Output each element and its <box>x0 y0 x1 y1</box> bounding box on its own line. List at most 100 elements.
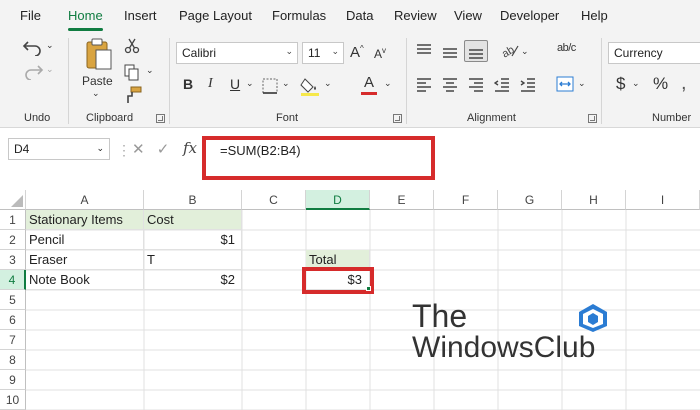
formula-input[interactable]: =SUM(B2:B4) <box>220 143 301 158</box>
column-header-a[interactable]: A <box>26 190 144 210</box>
row-header-1[interactable]: 1 <box>0 210 26 230</box>
cell-b4[interactable]: $2 <box>144 270 242 290</box>
row-header-9[interactable]: 9 <box>0 370 26 390</box>
tab-view[interactable]: View <box>454 8 482 23</box>
wrap-text-icon[interactable]: ab/c <box>557 42 576 54</box>
paste-label[interactable]: Paste <box>82 74 113 88</box>
redo-dropdown-arrow-icon[interactable]: ⌄ <box>46 64 54 75</box>
alignment-dialog-launcher-icon[interactable] <box>588 114 597 123</box>
italic-button[interactable]: I <box>208 76 213 92</box>
column-header-f[interactable]: F <box>434 190 498 210</box>
orientation-icon[interactable]: ab <box>500 42 520 58</box>
tab-formulas[interactable]: Formulas <box>272 8 326 23</box>
tab-insert[interactable]: Insert <box>124 8 157 23</box>
format-painter-icon[interactable] <box>124 86 142 104</box>
row-header-4[interactable]: 4 <box>0 270 26 290</box>
grow-letter: A <box>350 44 361 61</box>
underline-button[interactable]: U <box>230 76 240 92</box>
cell-a2[interactable]: Pencil <box>26 230 144 250</box>
tab-developer[interactable]: Developer <box>500 8 559 23</box>
merge-dropdown-arrow-icon[interactable]: ⌄ <box>578 78 586 89</box>
column-header-h[interactable]: H <box>562 190 626 210</box>
cut-icon[interactable] <box>124 38 140 54</box>
percent-style-icon[interactable]: % <box>653 74 668 94</box>
fill-handle[interactable] <box>366 286 371 291</box>
accounting-format-icon[interactable]: $ <box>616 74 625 94</box>
underline-dropdown-arrow-icon[interactable]: ⌄ <box>246 78 254 89</box>
align-middle-icon[interactable] <box>442 46 458 60</box>
row-header-10[interactable]: 10 <box>0 390 26 410</box>
copy-dropdown-arrow-icon[interactable]: ⌄ <box>146 65 154 76</box>
undo-dropdown-arrow-icon[interactable]: ⌄ <box>46 40 54 51</box>
tab-page-layout[interactable]: Page Layout <box>179 8 252 23</box>
cell-b3[interactable]: T <box>144 250 242 270</box>
comma-style-icon[interactable]: , <box>681 72 687 95</box>
row-header-5[interactable]: 5 <box>0 290 26 310</box>
fill-color-icon[interactable] <box>300 76 322 96</box>
font-size-combobox[interactable]: 11 ⌄ <box>302 42 344 64</box>
decrease-indent-icon[interactable] <box>494 78 510 92</box>
select-all-corner[interactable] <box>0 190 26 210</box>
tab-help[interactable]: Help <box>581 8 608 23</box>
merge-center-icon[interactable] <box>556 76 574 92</box>
more-options-icon[interactable]: ⋮ <box>117 142 131 159</box>
enter-check-icon[interactable]: ✓ <box>157 141 170 158</box>
font-color-icon[interactable]: A <box>364 74 374 91</box>
font-name-combobox[interactable]: Calibri ⌄ <box>176 42 298 64</box>
tab-file[interactable]: File <box>20 8 41 23</box>
cell-b2[interactable]: $1 <box>144 230 242 250</box>
cell-a3[interactable]: Eraser <box>26 250 144 270</box>
number-format-combobox[interactable]: Currency <box>608 42 700 64</box>
bold-button[interactable]: B <box>183 76 193 92</box>
decrease-font-size-icon[interactable]: Av <box>374 46 386 61</box>
column-header-e[interactable]: E <box>370 190 434 210</box>
redo-icon[interactable] <box>22 62 44 80</box>
name-box[interactable]: D4 ⌄ <box>8 138 110 160</box>
select-all-triangle-icon <box>11 195 23 207</box>
font-size-value: 11 <box>308 46 321 60</box>
borders-icon[interactable] <box>262 78 278 94</box>
insert-function-icon[interactable]: fx <box>183 139 197 157</box>
font-color-dropdown-arrow-icon[interactable]: ⌄ <box>384 78 392 89</box>
tab-data[interactable]: Data <box>346 8 373 23</box>
column-header-b[interactable]: B <box>144 190 242 210</box>
row-header-2[interactable]: 2 <box>0 230 26 250</box>
tab-review[interactable]: Review <box>394 8 437 23</box>
align-left-icon[interactable] <box>416 78 432 92</box>
font-dialog-launcher-icon[interactable] <box>393 114 402 123</box>
align-bottom-icon <box>469 49 483 59</box>
paste-icon[interactable] <box>84 36 114 72</box>
cell-b1[interactable]: Cost <box>144 210 242 230</box>
group-divider <box>68 38 69 124</box>
chevron-down-icon: ⌄ <box>96 143 104 153</box>
undo-icon[interactable] <box>22 38 44 56</box>
cell-a1[interactable]: Stationary Items <box>26 210 144 230</box>
clipboard-dialog-launcher-icon[interactable] <box>156 114 165 123</box>
accounting-dropdown-arrow-icon[interactable]: ⌄ <box>632 78 640 89</box>
row-header-6[interactable]: 6 <box>0 310 26 330</box>
column-header-c[interactable]: C <box>242 190 306 210</box>
copy-icon[interactable] <box>124 64 140 81</box>
borders-dropdown-arrow-icon[interactable]: ⌄ <box>282 78 290 89</box>
align-top-icon[interactable] <box>416 44 432 58</box>
windowsclub-logo-icon <box>579 304 607 332</box>
row-header-8[interactable]: 8 <box>0 350 26 370</box>
cancel-icon[interactable]: ✕ <box>132 141 145 158</box>
align-center-icon[interactable] <box>442 78 458 92</box>
align-bottom-button[interactable] <box>464 40 488 62</box>
font-group-label: Font <box>276 112 299 124</box>
cell-a4[interactable]: Note Book <box>26 270 144 290</box>
column-header-i[interactable]: I <box>626 190 700 210</box>
formula-cancel-enter-buttons: ✕ ✓ <box>132 140 169 158</box>
row-header-3[interactable]: 3 <box>0 250 26 270</box>
tab-home[interactable]: Home <box>68 8 103 31</box>
column-header-g[interactable]: G <box>498 190 562 210</box>
increase-font-size-icon[interactable]: A^ <box>350 44 364 61</box>
increase-indent-icon[interactable] <box>520 78 536 92</box>
fill-color-dropdown-arrow-icon[interactable]: ⌄ <box>324 78 332 89</box>
column-header-d[interactable]: D <box>306 190 370 210</box>
paste-dropdown-arrow-icon[interactable]: ⌄ <box>92 88 100 99</box>
orientation-dropdown-arrow-icon[interactable]: ⌄ <box>521 46 529 57</box>
align-right-icon[interactable] <box>468 78 484 92</box>
row-header-7[interactable]: 7 <box>0 330 26 350</box>
